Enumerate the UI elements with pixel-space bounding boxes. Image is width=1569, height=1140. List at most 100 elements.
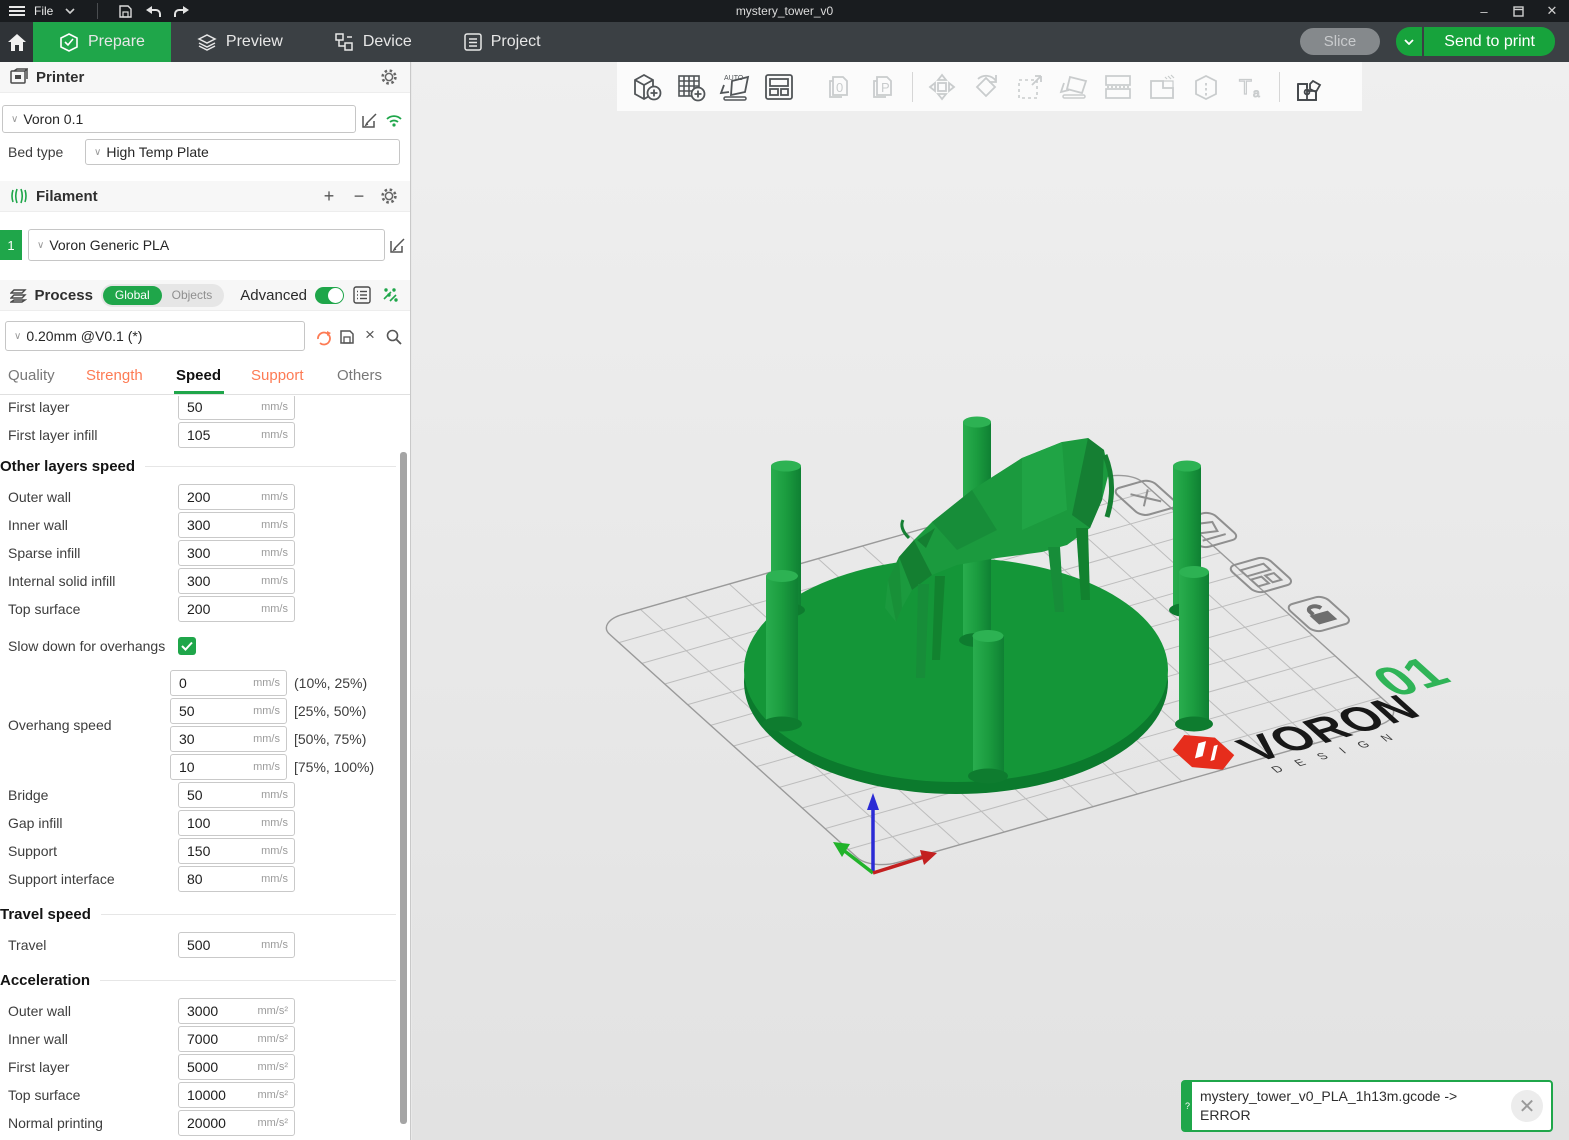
internal-solid-infill-speed-input[interactable]: 300mm/s: [178, 568, 295, 594]
add-object-icon[interactable]: [625, 65, 669, 109]
assembly-view-icon[interactable]: [1287, 65, 1331, 109]
prepare-icon: [59, 33, 79, 52]
section-acceleration: Acceleration: [0, 963, 396, 997]
tab-quality[interactable]: Quality: [8, 367, 55, 384]
param-row: Inner wall 300mm/s: [0, 511, 396, 539]
tab-others[interactable]: Others: [337, 367, 382, 384]
normal-printing-accel-input[interactable]: 20000mm/s²: [178, 1110, 295, 1136]
home-button[interactable]: [0, 22, 33, 62]
outer-wall-accel-input[interactable]: 3000mm/s²: [178, 998, 295, 1024]
model-mystery-tower[interactable]: [744, 417, 1213, 795]
hamburger-menu-icon[interactable]: [6, 2, 28, 20]
add-plate-icon[interactable]: [669, 65, 713, 109]
slicer-window: File mystery_tower_v0 – ✕: [0, 0, 1569, 1140]
viewport-toolbar: AUTO 0 P: [617, 62, 1362, 111]
auto-orient-icon[interactable]: AUTO: [713, 65, 757, 109]
redo-icon[interactable]: [170, 2, 192, 20]
printer-settings-gear-icon[interactable]: [378, 66, 400, 88]
chevron-down-icon: ∨: [11, 114, 18, 125]
tab-device[interactable]: Device: [309, 22, 438, 62]
section-travel-speed: Travel speed: [0, 897, 396, 931]
parameter-list-icon[interactable]: [352, 284, 372, 306]
viewport-3d[interactable]: VORON D E S I G N 01: [412, 62, 1569, 1140]
split-to-plates-icon: [1096, 65, 1140, 109]
add-filament-button[interactable]: +: [318, 185, 340, 207]
chevron-down-icon[interactable]: [59, 2, 81, 20]
tab-support[interactable]: Support: [251, 367, 304, 384]
panel-scrollbar[interactable]: [400, 452, 407, 1124]
notification-close-icon[interactable]: ✕: [1511, 1090, 1543, 1122]
overhang-speed-3-input[interactable]: 30mm/s: [170, 726, 287, 752]
titlebar: File mystery_tower_v0 – ✕: [0, 0, 1569, 22]
top-surface-speed-input[interactable]: 200mm/s: [178, 596, 295, 622]
scale-icon: [1008, 65, 1052, 109]
tune-parameters-icon[interactable]: [380, 284, 400, 306]
close-button[interactable]: ✕: [1535, 0, 1569, 22]
send-options-button[interactable]: [1396, 27, 1422, 56]
arrange-icon[interactable]: [757, 65, 801, 109]
process-scope-toggle[interactable]: Global Objects: [101, 284, 224, 307]
first-layer-speed-input[interactable]: 50mm/s: [178, 396, 295, 420]
overhang-speed-4-input[interactable]: 10mm/s: [170, 754, 287, 780]
inner-wall-accel-input[interactable]: 7000mm/s²: [178, 1026, 295, 1052]
lock-plate-icon[interactable]: [1285, 595, 1353, 633]
printer-select[interactable]: ∨ Voron 0.1: [2, 105, 356, 133]
delete-profile-icon[interactable]: ×: [360, 325, 380, 345]
save-icon[interactable]: [114, 2, 136, 20]
scope-objects[interactable]: Objects: [162, 288, 223, 302]
chevron-down-icon: ∨: [37, 240, 44, 251]
bed-type-label: Bed type: [8, 144, 63, 160]
check-icon: [181, 641, 193, 651]
svg-text:0: 0: [836, 80, 843, 95]
inner-wall-speed-input[interactable]: 300mm/s: [178, 512, 295, 538]
move-icon: [920, 65, 964, 109]
build-plate-scene[interactable]: VORON D E S I G N 01: [412, 62, 1569, 1140]
filament-select[interactable]: ∨ Voron Generic PLA: [28, 229, 385, 261]
advanced-toggle[interactable]: [315, 287, 344, 304]
notification-status: ERROR: [1200, 1106, 1503, 1125]
undo-icon[interactable]: [142, 2, 164, 20]
tab-preview[interactable]: Preview: [171, 22, 309, 62]
bridge-speed-input[interactable]: 50mm/s: [178, 782, 295, 808]
minimize-button[interactable]: –: [1467, 0, 1501, 22]
slow-down-overhangs-checkbox[interactable]: [178, 637, 196, 655]
edit-printer-icon[interactable]: [360, 110, 380, 130]
process-icon: [10, 287, 27, 303]
tab-project[interactable]: Project: [438, 22, 567, 62]
outer-wall-speed-input[interactable]: 200mm/s: [178, 484, 295, 510]
tab-strength[interactable]: Strength: [86, 367, 143, 384]
filament-icon: [10, 187, 28, 205]
overhang-speed-1-input[interactable]: 0mm/s: [170, 670, 287, 696]
section-other-layers-speed: Other layers speed: [0, 449, 396, 483]
file-menu[interactable]: File: [34, 4, 53, 18]
remove-filament-button[interactable]: −: [348, 185, 370, 207]
overhang-speed-2-input[interactable]: 50mm/s: [170, 698, 287, 724]
gap-infill-speed-input[interactable]: 100mm/s: [178, 810, 295, 836]
slice-button[interactable]: Slice: [1300, 28, 1381, 55]
filament-settings-gear-icon[interactable]: [378, 185, 400, 207]
support-interface-speed-input[interactable]: 80mm/s: [178, 866, 295, 892]
scope-global[interactable]: Global: [103, 286, 162, 305]
save-profile-icon[interactable]: [337, 327, 357, 347]
speed-settings-list: First layer 50mm/s First layer infill 10…: [0, 396, 396, 1140]
first-layer-infill-speed-input[interactable]: 105mm/s: [178, 422, 295, 448]
process-profile-select[interactable]: ∨ 0.20mm @V0.1 (*): [5, 321, 305, 351]
top-surface-accel-input[interactable]: 10000mm/s²: [178, 1082, 295, 1108]
sparse-infill-speed-input[interactable]: 300mm/s: [178, 540, 295, 566]
process-tabs: Quality Strength Speed Support Others: [0, 360, 410, 395]
tab-speed[interactable]: Speed: [176, 367, 221, 384]
printer-connection-wifi-icon[interactable]: [384, 110, 404, 130]
bed-type-select[interactable]: ∨ High Temp Plate: [85, 139, 400, 165]
add-text-icon: Ta: [1228, 65, 1272, 109]
support-speed-input[interactable]: 150mm/s: [178, 838, 295, 864]
maximize-button[interactable]: [1501, 0, 1535, 22]
search-settings-icon[interactable]: [384, 327, 404, 347]
filament-slot-badge[interactable]: 1: [0, 230, 22, 260]
send-to-print-button[interactable]: Send to print: [1424, 27, 1555, 56]
tab-prepare[interactable]: Prepare: [33, 22, 171, 62]
travel-speed-input[interactable]: 500mm/s: [178, 932, 295, 958]
reset-profile-icon[interactable]: [313, 327, 333, 347]
param-row: Support 150mm/s: [0, 837, 396, 865]
edit-filament-icon[interactable]: [388, 235, 408, 255]
first-layer-accel-input[interactable]: 5000mm/s²: [178, 1054, 295, 1080]
